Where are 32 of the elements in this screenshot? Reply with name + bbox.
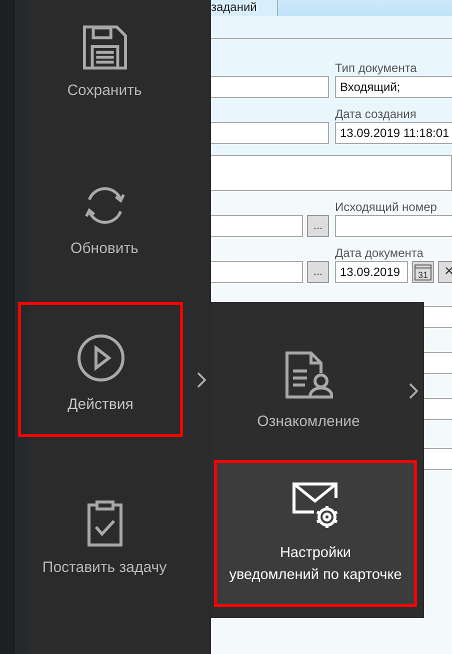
tab[interactable]: заданий — [211, 0, 278, 16]
input-field[interactable] — [335, 215, 452, 237]
field-label: Дата создания — [335, 106, 418, 122]
input-field[interactable]: Входящий; — [335, 76, 452, 98]
menu-item[interactable]: Обновить — [22, 180, 187, 260]
input-field[interactable] — [211, 215, 303, 237]
document-person-icon — [284, 351, 332, 399]
menu-item[interactable]: Настройки уведомлений по карточке — [214, 460, 417, 607]
field-label: Исходящий номер — [335, 199, 438, 215]
input-field[interactable] — [424, 398, 452, 420]
input-field[interactable]: 13.09.2019 11:18:01 — [335, 122, 452, 144]
input-field[interactable] — [424, 448, 452, 470]
field-label: Тип документа — [335, 60, 418, 76]
menu-item[interactable]: Сохранить — [22, 22, 187, 102]
input-field[interactable] — [211, 76, 329, 98]
browse-button[interactable]: ... — [307, 215, 329, 237]
input-field[interactable] — [424, 306, 452, 328]
input-field[interactable]: 13.09.2019 — [335, 261, 408, 283]
input-field[interactable] — [211, 261, 303, 283]
browse-button[interactable]: ... — [307, 261, 329, 283]
menu-item[interactable]: Ознакомление — [211, 302, 406, 460]
text-area[interactable] — [211, 155, 452, 191]
calendar-button[interactable]: 31 — [412, 261, 434, 283]
menu-item[interactable]: Действия — [18, 302, 183, 437]
input-field[interactable] — [424, 352, 452, 374]
play-icon — [76, 334, 124, 382]
clipboard-check-icon — [86, 499, 122, 547]
save-icon — [82, 25, 128, 70]
envelope-gear-icon — [292, 482, 340, 530]
menu-item[interactable]: Поставить задачу — [22, 495, 187, 580]
field-label: Дата документа — [335, 245, 424, 261]
input-field[interactable] — [211, 122, 329, 144]
